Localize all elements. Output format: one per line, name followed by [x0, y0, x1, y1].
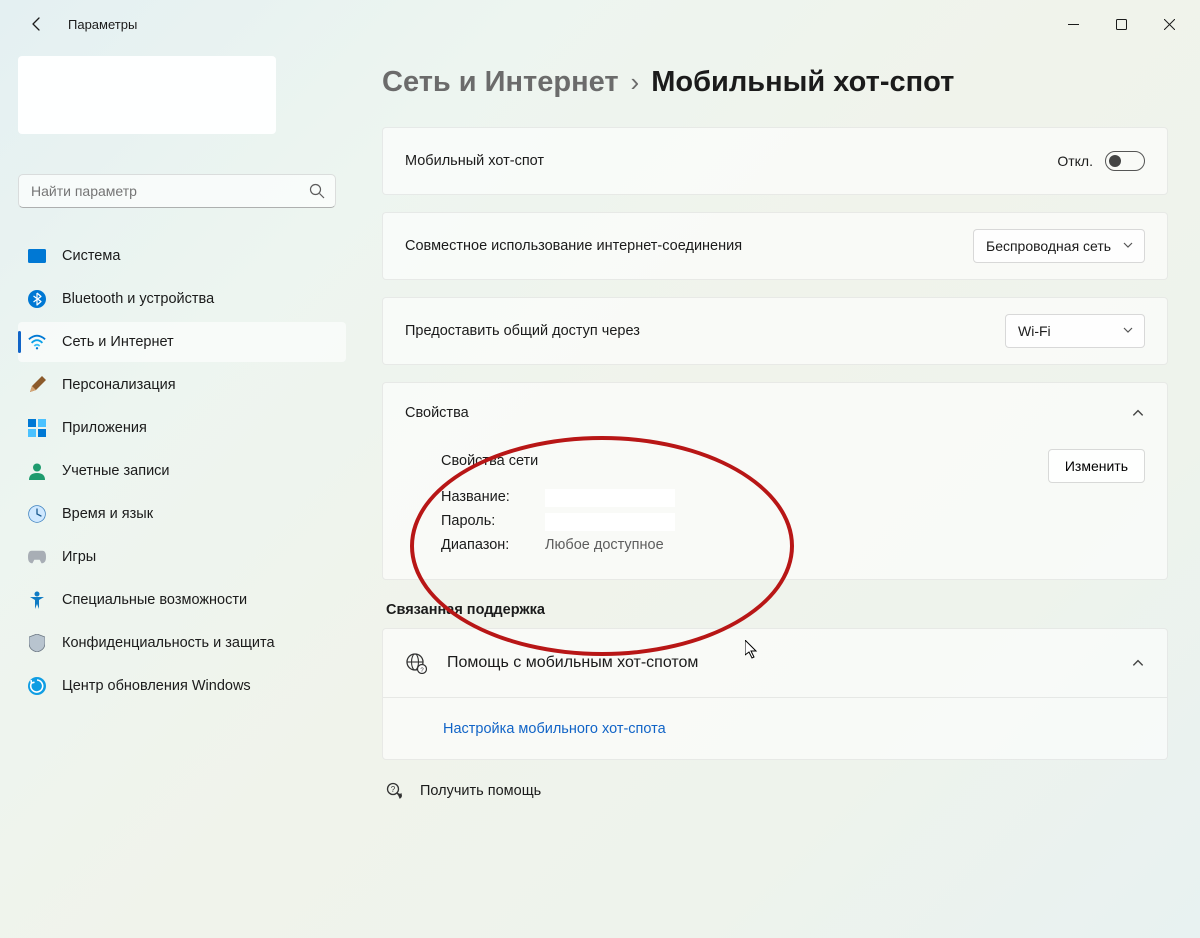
window-title: Параметры [68, 17, 137, 32]
wifi-icon [28, 333, 46, 351]
nav-label: Персонализация [62, 377, 176, 393]
page-title: Мобильный хот-спот [651, 66, 954, 99]
breadcrumb: Сеть и Интернет › Мобильный хот-спот [382, 66, 1168, 99]
nav-system[interactable]: Система [18, 236, 346, 276]
nav-update[interactable]: Центр обновления Windows [18, 666, 346, 706]
breadcrumb-sep: › [631, 67, 640, 98]
nav-apps[interactable]: Приложения [18, 408, 346, 448]
share-over-label: Предоставить общий доступ через [405, 323, 1005, 339]
nav-time[interactable]: Время и язык [18, 494, 346, 534]
maximize-button[interactable] [1098, 8, 1144, 40]
bluetooth-icon [28, 290, 46, 308]
chevron-down-icon [1122, 323, 1134, 339]
nav-label: Bluetooth и устройства [62, 291, 214, 307]
update-icon [28, 677, 46, 695]
nav-label: Система [62, 248, 120, 264]
hotspot-toggle[interactable] [1105, 151, 1145, 171]
nav-privacy[interactable]: Конфиденциальность и защита [18, 623, 346, 663]
support-heading: Связанная поддержка [386, 602, 1168, 618]
dropdown-value: Беспроводная сеть [986, 238, 1111, 254]
chevron-up-icon [1131, 656, 1145, 670]
search-icon [309, 183, 325, 199]
titlebar: Параметры [0, 0, 1200, 48]
nav-label: Специальные возможности [62, 592, 247, 608]
nav-label: Учетные записи [62, 463, 170, 479]
support-expander-header[interactable]: ? Помощь с мобильным хот-спотом [383, 629, 1167, 697]
nav-network[interactable]: Сеть и Интернет [18, 322, 346, 362]
properties-header-label: Свойства [405, 405, 1131, 421]
nav-bluetooth[interactable]: Bluetooth и устройства [18, 279, 346, 319]
main-panel: Сеть и Интернет › Мобильный хот-спот Моб… [352, 48, 1200, 938]
get-help-icon: ? [386, 782, 404, 800]
property-value-blank [545, 489, 675, 507]
minimize-button[interactable] [1050, 8, 1096, 40]
apps-icon [28, 419, 46, 437]
nav-label: Центр обновления Windows [62, 678, 251, 694]
property-row-band: Диапазон: Любое доступное [441, 537, 1145, 553]
accessibility-icon [28, 591, 46, 609]
nav-accessibility[interactable]: Специальные возможности [18, 580, 346, 620]
search-input[interactable] [31, 183, 309, 199]
time-icon [28, 505, 46, 523]
hotspot-toggle-card: Мобильный хот-спот Откл. [382, 127, 1168, 195]
accounts-icon [28, 462, 46, 480]
property-key: Диапазон: [441, 537, 545, 553]
nav-label: Конфиденциальность и защита [62, 635, 275, 651]
sidebar: Система Bluetooth и устройства Сеть и Ин… [0, 48, 352, 938]
hotspot-state: Откл. [1057, 153, 1093, 169]
support-row-label: Помощь с мобильным хот-спотом [447, 654, 1111, 672]
share-over-dropdown[interactable]: Wi-Fi [1005, 314, 1145, 348]
user-block [18, 56, 346, 160]
nav-label: Время и язык [62, 506, 153, 522]
share-connection-card: Совместное использование интернет-соедин… [382, 212, 1168, 280]
property-value-blank [545, 513, 675, 531]
nav-label: Игры [62, 549, 96, 565]
chevron-down-icon [1122, 238, 1134, 254]
nav-accounts[interactable]: Учетные записи [18, 451, 346, 491]
properties-title: Свойства сети [441, 453, 1145, 469]
svg-text:?: ? [391, 785, 396, 794]
personalization-icon [28, 376, 46, 394]
system-icon [28, 247, 46, 265]
nav-label: Сеть и Интернет [62, 334, 174, 350]
properties-header[interactable]: Свойства [383, 383, 1167, 443]
property-key: Пароль: [441, 513, 545, 531]
nav-personalization[interactable]: Персонализация [18, 365, 346, 405]
breadcrumb-parent[interactable]: Сеть и Интернет [382, 66, 619, 99]
search-box[interactable] [18, 174, 336, 208]
property-row-name: Название: [441, 489, 1145, 507]
property-row-password: Пароль: [441, 513, 1145, 531]
share-over-card: Предоставить общий доступ через Wi-Fi [382, 297, 1168, 365]
property-key: Название: [441, 489, 545, 507]
hotspot-label: Мобильный хот-спот [405, 153, 1057, 169]
share-connection-dropdown[interactable]: Беспроводная сеть [973, 229, 1145, 263]
nav-label: Приложения [62, 420, 147, 436]
nav-gaming[interactable]: Игры [18, 537, 346, 577]
support-link[interactable]: Настройка мобильного хот-спота [443, 721, 666, 737]
gaming-icon [28, 548, 46, 566]
property-value: Любое доступное [545, 537, 664, 553]
support-link-row: Настройка мобильного хот-спота [383, 697, 1167, 759]
support-card: ? Помощь с мобильным хот-спотом Настройк… [382, 628, 1168, 760]
privacy-icon [28, 634, 46, 652]
chevron-up-icon [1131, 406, 1145, 420]
edit-button[interactable]: Изменить [1048, 449, 1145, 483]
footer-get-help-label: Получить помощь [420, 783, 541, 799]
dropdown-value: Wi-Fi [1018, 323, 1051, 339]
back-button[interactable] [20, 7, 54, 41]
footer-get-help[interactable]: ? Получить помощь [382, 782, 1168, 800]
globe-help-icon: ? [405, 652, 427, 674]
properties-expander: Свойства Изменить Свойства сети Название… [382, 382, 1168, 580]
share-connection-label: Совместное использование интернет-соедин… [405, 238, 973, 254]
close-button[interactable] [1146, 8, 1192, 40]
